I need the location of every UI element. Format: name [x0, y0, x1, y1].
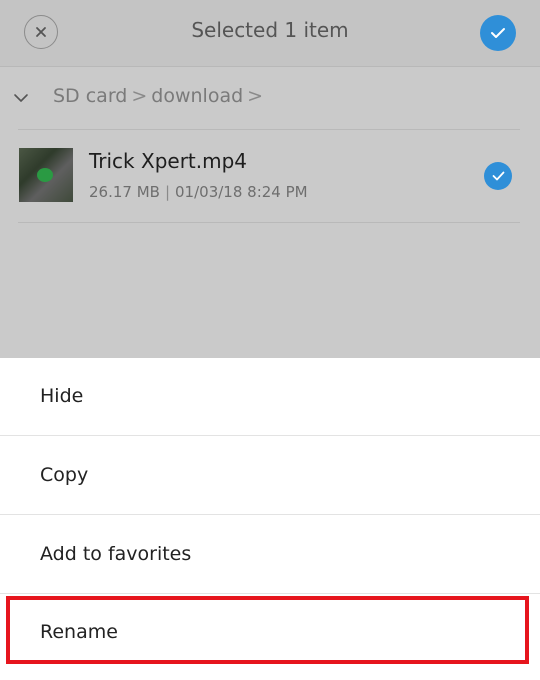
background-screen: Selected 1 item SD card > download > Tri… [0, 0, 540, 358]
menu-item-add-to-favorites[interactable]: Add to favorites [0, 516, 540, 594]
file-meta: 26.17 MB | 01/03/18 8:24 PM [89, 183, 308, 201]
confirm-button[interactable] [480, 15, 516, 51]
page-title: Selected 1 item [191, 18, 349, 42]
thumbnail-detail [37, 168, 53, 182]
menu-item-label: Rename [40, 621, 118, 643]
breadcrumb-separator: > [131, 85, 148, 107]
menu-item-copy[interactable]: Copy [0, 437, 540, 515]
breadcrumb-path: SD card > download > [53, 85, 267, 107]
action-sheet: Hide Copy Add to favorites Rename [0, 358, 540, 680]
breadcrumb-item-sd-card[interactable]: SD card [53, 85, 127, 107]
meta-separator: | [164, 183, 171, 201]
file-date: 01/03/18 8:24 PM [175, 183, 308, 201]
file-size: 26.17 MB [89, 183, 160, 201]
check-icon [492, 171, 504, 181]
file-name: Trick Xpert.mp4 [89, 149, 248, 173]
file-row[interactable]: Trick Xpert.mp4 26.17 MB | 01/03/18 8:24 P… [0, 130, 540, 222]
menu-item-label: Copy [40, 464, 89, 486]
breadcrumb-separator: > [247, 85, 264, 107]
check-icon [491, 28, 505, 38]
menu-item-label: Add to favorites [40, 543, 192, 565]
video-thumbnail [19, 148, 73, 202]
top-bar: Selected 1 item [0, 0, 540, 67]
chevron-down-icon[interactable] [12, 91, 30, 105]
divider [18, 222, 520, 223]
breadcrumb: SD card > download > [0, 66, 540, 128]
breadcrumb-item-download[interactable]: download [151, 85, 243, 107]
menu-item-label: Hide [40, 385, 84, 407]
menu-item-hide[interactable]: Hide [0, 358, 540, 436]
selected-checkbox[interactable] [484, 162, 512, 190]
menu-item-rename[interactable]: Rename [0, 594, 540, 672]
